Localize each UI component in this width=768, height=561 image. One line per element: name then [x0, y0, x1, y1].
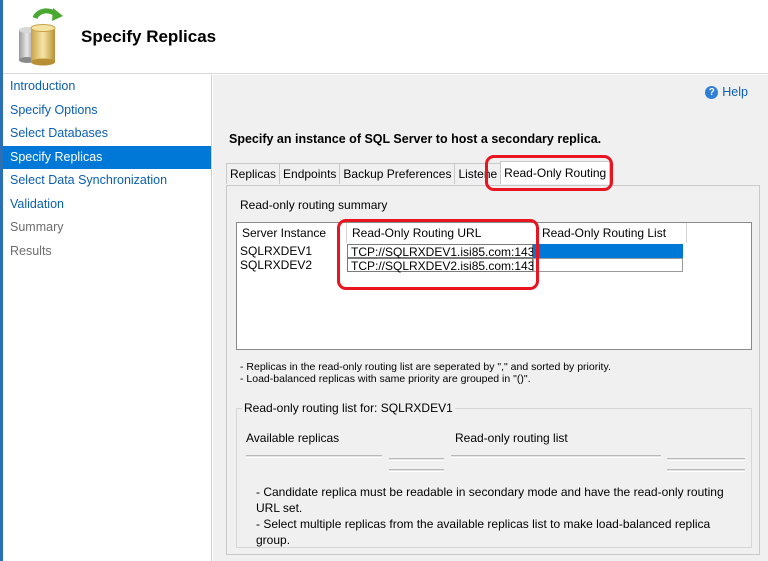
help-label: Help [722, 85, 748, 99]
available-replicas-label: Available replicas [246, 431, 340, 445]
sidebar-item-validation[interactable]: Validation [3, 193, 211, 217]
cell-routing-list[interactable] [533, 258, 683, 272]
column-header-server-instance[interactable]: Server Instance [237, 223, 347, 243]
cell-server-instance: SQLRXDEV1 [240, 244, 313, 258]
cell-routing-list[interactable] [533, 244, 683, 258]
wizard-sidebar: Introduction Specify Options Select Data… [3, 75, 212, 561]
sidebar-item-specify-options[interactable]: Specify Options [3, 99, 211, 123]
help-link[interactable]: ? Help [705, 85, 748, 99]
cell-routing-url[interactable]: TCP://SQLRXDEV1.isi85.com:1433 [347, 244, 541, 259]
summary-label: Read-only routing summary [240, 198, 388, 212]
wizard-header: Specify Replicas [3, 0, 768, 74]
move-down-button[interactable] [667, 469, 745, 472]
tab-read-only-routing[interactable]: Read-Only Routing [500, 161, 611, 184]
tab-endpoints[interactable]: Endpoints [279, 163, 341, 184]
tab-replicas[interactable]: Replicas [226, 163, 281, 184]
move-up-button[interactable] [667, 458, 745, 461]
help-icon: ? [705, 85, 719, 99]
sidebar-item-select-databases[interactable]: Select Databases [3, 122, 211, 146]
note-line: - Select multiple replicas from the avai… [256, 517, 711, 547]
sidebar-item-summary: Summary [10, 220, 64, 234]
column-header-routing-url[interactable]: Read-Only Routing URL [347, 223, 537, 243]
main-content: ? Help Specify an instance of SQL Server… [213, 75, 768, 561]
sidebar-item-introduction[interactable]: Introduction [3, 75, 211, 99]
note-line: - Replicas in the read-only routing list… [240, 361, 611, 373]
tab-strip: Replicas Endpoints Backup Preferences Li… [226, 161, 611, 185]
routing-notes: - Replicas in the read-only routing list… [240, 361, 611, 385]
cell-routing-url[interactable]: TCP://SQLRXDEV2.isi85.com:1433 [347, 258, 541, 273]
note-line: - Load-balanced replicas with same prior… [240, 373, 531, 385]
tab-listener[interactable]: Listene [454, 163, 502, 184]
group-notes: - Candidate replica must be readable in … [256, 484, 746, 548]
routing-list-label: Read-only routing list [455, 431, 568, 445]
read-only-routing-list[interactable] [451, 455, 661, 458]
tab-backup-preferences[interactable]: Backup Preferences [339, 163, 456, 184]
database-sync-icon [17, 4, 65, 66]
cell-server-instance: SQLRXDEV2 [240, 258, 313, 272]
sidebar-item-results: Results [10, 243, 52, 258]
routing-summary-table[interactable]: Server Instance Read-Only Routing URL Re… [236, 222, 752, 350]
read-only-routing-panel: Read-only routing summary Server Instanc… [226, 185, 760, 555]
note-line: - Candidate replica must be readable in … [256, 485, 724, 515]
remove-button[interactable] [389, 469, 444, 472]
page-title: Specify Replicas [81, 27, 217, 46]
sidebar-item-specify-replicas[interactable]: Specify Replicas [3, 145, 211, 169]
group-title: Read-only routing list for: SQLRXDEV1 [242, 401, 455, 415]
available-replicas-list[interactable] [246, 455, 382, 458]
column-header-routing-list[interactable]: Read-Only Routing List [537, 223, 687, 243]
sidebar-item-select-data-synchronization[interactable]: Select Data Synchronization [3, 169, 211, 193]
instruction-text: Specify an instance of SQL Server to hos… [229, 132, 602, 146]
routing-list-group: Read-only routing list for: SQLRXDEV1 Av… [236, 401, 752, 548]
add-button[interactable] [389, 458, 444, 461]
